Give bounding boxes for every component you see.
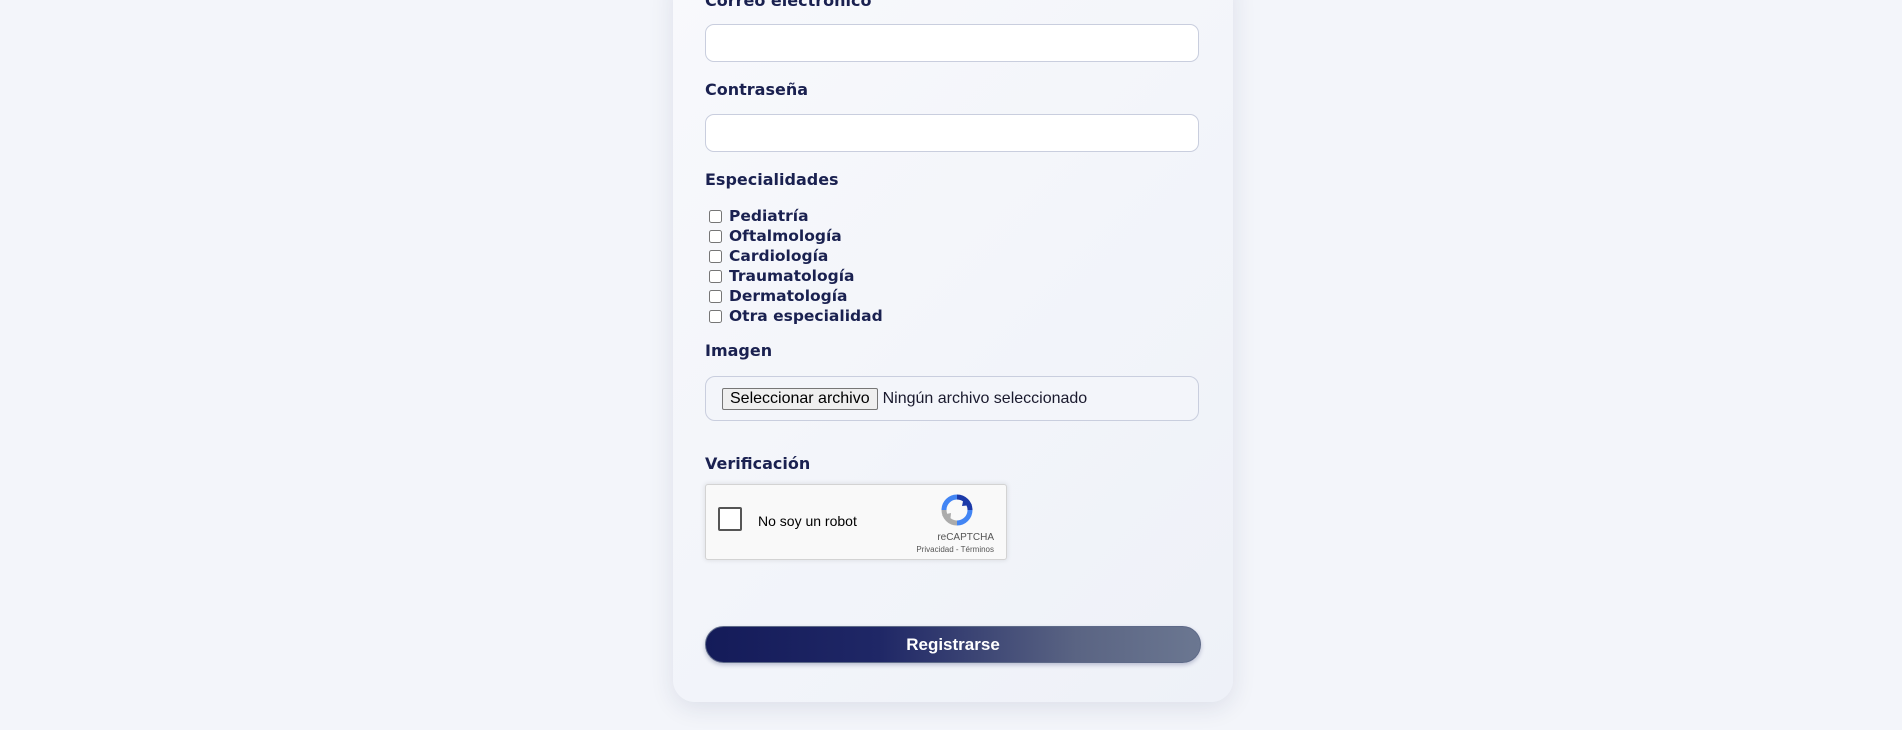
password-field[interactable]: [705, 114, 1199, 152]
recaptcha-widget: No soy un robot reCAPTCHA Privacidad - T…: [705, 484, 1007, 560]
file-status: Ningún archivo seleccionado: [882, 389, 1088, 407]
specialty-checkbox[interactable]: [709, 249, 722, 263]
recaptcha-logo-icon: [941, 494, 973, 526]
specialty-checkbox[interactable]: [709, 289, 722, 303]
specialty-option-cardiologia[interactable]: Cardiología: [709, 246, 883, 266]
specialty-option-otra[interactable]: Otra especialidad: [709, 306, 883, 326]
specialty-label: Dermatología: [729, 287, 848, 305]
recaptcha-text: No soy un robot: [758, 513, 857, 529]
image-file-input: Seleccionar archivo Ningún archivo selec…: [705, 376, 1199, 421]
recaptcha-checkbox[interactable]: [718, 507, 742, 531]
specialty-option-traumatologia[interactable]: Traumatología: [709, 266, 883, 286]
specialties-checklist: Pediatría Oftalmología Cardiología Traum…: [709, 206, 883, 326]
specialty-label: Traumatología: [729, 267, 855, 285]
specialty-checkbox[interactable]: [709, 309, 722, 323]
specialty-label: Cardiología: [729, 247, 829, 265]
verification-label: Verificación: [705, 454, 811, 473]
specialty-checkbox[interactable]: [709, 209, 722, 223]
specialty-option-pediatria[interactable]: Pediatría: [709, 206, 883, 226]
register-button[interactable]: Registrarse: [705, 626, 1201, 663]
recaptcha-brand: reCAPTCHA: [937, 532, 994, 543]
email-label: Correo electrónico: [705, 0, 872, 10]
specialty-option-dermatologia[interactable]: Dermatología: [709, 286, 883, 306]
specialty-option-oftalmologia[interactable]: Oftalmología: [709, 226, 883, 246]
recaptcha-links[interactable]: Privacidad - Términos: [916, 545, 994, 554]
password-label: Contraseña: [705, 80, 809, 99]
specialty-label: Otra especialidad: [729, 307, 883, 325]
specialty-checkbox[interactable]: [709, 229, 722, 243]
specialty-checkbox[interactable]: [709, 269, 722, 283]
image-label: Imagen: [705, 341, 773, 360]
specialty-label: Oftalmología: [729, 227, 842, 245]
select-file-button[interactable]: Seleccionar archivo: [722, 387, 878, 410]
specialties-label: Especialidades: [705, 170, 839, 189]
email-field[interactable]: [705, 24, 1199, 62]
specialty-label: Pediatría: [729, 207, 809, 225]
